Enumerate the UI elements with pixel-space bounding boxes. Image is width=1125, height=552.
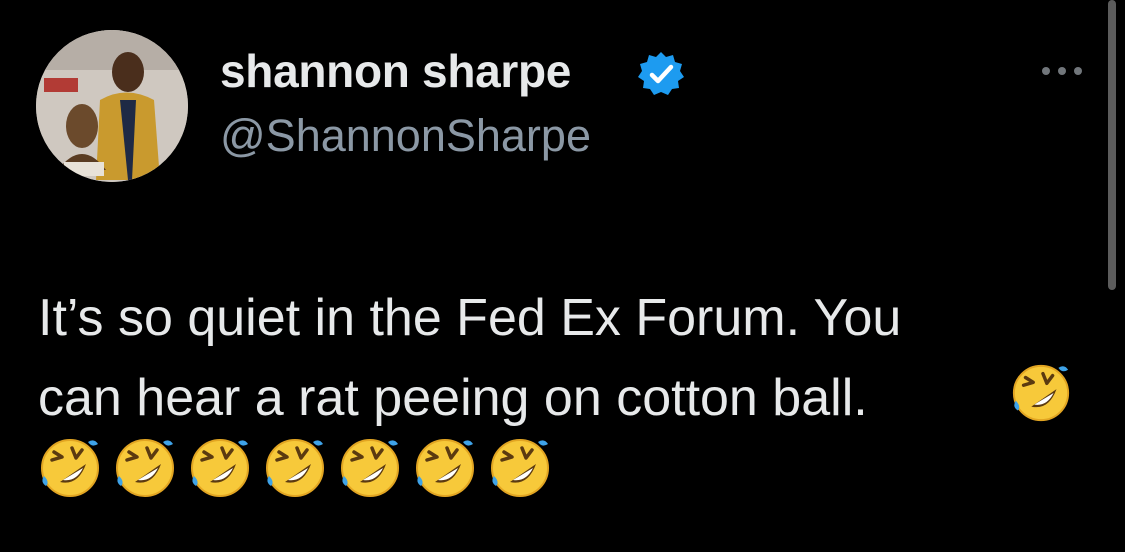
tweet-text: It’s so quiet in the Fed Ex Forum. You c… [38,278,1098,438]
rofl-emoji [490,438,550,498]
author-display-name[interactable]: shannon sharpe [220,44,571,98]
more-options-icon[interactable] [1036,58,1088,84]
author-handle[interactable]: @ShannonSharpe [220,110,591,162]
tweet-text-line-2: can hear a rat peeing on cotton ball. [38,369,868,427]
rofl-emoji [340,438,400,498]
verified-badge-icon [638,52,684,95]
rofl-emoji [1012,364,1070,422]
rofl-emoji [265,438,325,498]
rofl-emoji [115,438,175,498]
rofl-emoji [415,438,475,498]
tweet-text-line-1: It’s so quiet in the Fed Ex Forum. You [38,289,902,347]
avatar-image [36,30,188,182]
rofl-emoji [190,438,250,498]
author-avatar[interactable] [36,30,188,182]
scrollbar[interactable] [1108,0,1116,290]
rofl-emoji [40,438,100,498]
